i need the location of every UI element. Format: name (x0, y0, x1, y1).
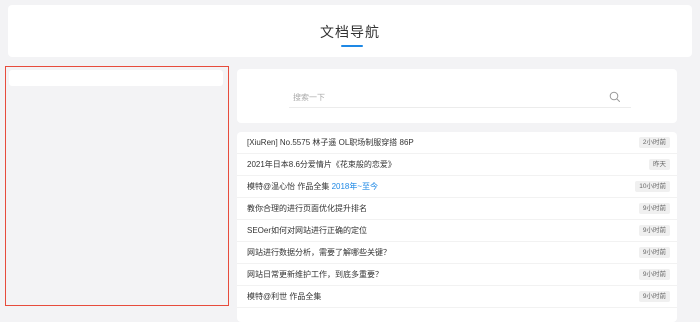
title-highlight: 2018年~至今 (331, 182, 379, 191)
sidebar-panel (5, 66, 229, 306)
time-badge: 9小时前 (638, 291, 670, 302)
list-item[interactable]: 网站日常更新维护工作，到底多重要？ 9小时前 (237, 264, 677, 286)
time-badge: 9小时前 (638, 269, 670, 280)
article-title[interactable]: 网站日常更新维护工作，到底多重要？ (247, 269, 383, 280)
article-title[interactable]: 模特@利世 作品全集 (247, 291, 321, 302)
sidebar-block (9, 70, 223, 86)
page-title: 文档导航 (320, 24, 380, 40)
time-badge: 2小时前 (638, 137, 670, 148)
list-item[interactable]: 模特@温心怡 作品全集 2018年~至今 10小时前 (237, 176, 677, 198)
time-badge: 昨天 (649, 159, 670, 170)
list-item[interactable]: 网站进行数据分析，需要了解哪些关键？ 9小时前 (237, 242, 677, 264)
search-icon[interactable] (609, 91, 621, 103)
list-item[interactable]: SEOer如何对网站进行正确的定位 9小时前 (237, 220, 677, 242)
time-badge: 9小时前 (638, 203, 670, 214)
list-item[interactable]: 2021年日本8.6分爱情片《花束般的恋爱》 昨天 (237, 154, 677, 176)
search-input[interactable] (293, 88, 623, 106)
article-list: [XiuRen] No.5575 林子遥 OL职场制服穿搭 86P 2小时前 2… (237, 132, 677, 322)
time-badge: 9小时前 (638, 247, 670, 258)
article-title[interactable]: 2021年日本8.6分爱情片《花束般的恋爱》 (247, 159, 396, 170)
article-title[interactable]: 教你合理的进行页面优化提升排名 (247, 203, 367, 214)
list-item[interactable]: [XiuRen] No.5575 林子遥 OL职场制服穿搭 86P 2小时前 (237, 132, 677, 154)
time-badge: 10小时前 (635, 181, 670, 192)
header-card: 文档导航 (8, 5, 692, 57)
title-underline (341, 45, 363, 47)
article-title[interactable]: SEOer如何对网站进行正确的定位 (247, 225, 367, 236)
article-title[interactable]: 网站进行数据分析，需要了解哪些关键？ (247, 247, 391, 258)
search-underline (289, 107, 631, 108)
list-item[interactable]: 教你合理的进行页面优化提升排名 9小时前 (237, 198, 677, 220)
list-item[interactable]: 模特@利世 作品全集 9小时前 (237, 286, 677, 308)
article-title[interactable]: 模特@温心怡 作品全集 2018年~至今 (247, 181, 378, 192)
search-card (237, 69, 677, 123)
time-badge: 9小时前 (638, 225, 670, 236)
article-title[interactable]: [XiuRen] No.5575 林子遥 OL职场制服穿搭 86P (247, 137, 414, 148)
